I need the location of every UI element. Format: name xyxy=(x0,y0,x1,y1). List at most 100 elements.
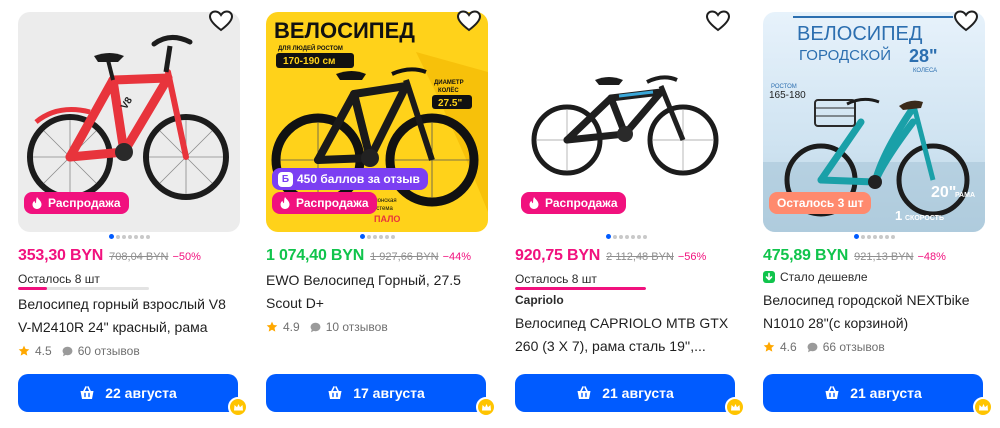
flame-icon xyxy=(32,197,42,209)
pager-dot[interactable] xyxy=(890,234,895,239)
pager-dot[interactable] xyxy=(642,234,647,239)
pager-dot[interactable] xyxy=(133,234,138,239)
product-title[interactable]: Велосипед CAPRIOLO MTB GTX 260 (3 X 7), … xyxy=(515,312,739,358)
image-pager[interactable] xyxy=(763,234,985,240)
delivery-date: 21 августа xyxy=(850,385,922,401)
star-icon xyxy=(763,341,775,352)
image-pager[interactable] xyxy=(515,234,737,240)
pager-dot-active[interactable] xyxy=(359,234,365,240)
image-speed-caption: СКОРОСТЬ xyxy=(905,215,944,222)
price: 475,89 BYN xyxy=(763,247,849,264)
points-badge: Б 450 баллов за отзыв xyxy=(272,168,428,190)
pager-dot[interactable] xyxy=(378,234,383,239)
discount: −48% xyxy=(917,251,946,263)
basket-icon xyxy=(577,386,591,399)
stock-text: Осталось 8 шт xyxy=(18,272,100,286)
premium-badge xyxy=(725,397,745,417)
pager-dot[interactable] xyxy=(860,234,865,239)
favorite-button[interactable] xyxy=(705,8,731,34)
product-card[interactable]: ВЕЛОСИПЕД ГОРОДСКОЙ 28" КОЛЕСА РОСТОМ 16… xyxy=(763,0,993,428)
crown-icon xyxy=(233,403,243,410)
product-title[interactable]: EWO Велосипед Горный, 27.5 Scout D+ xyxy=(266,269,490,315)
pager-dot[interactable] xyxy=(390,234,395,239)
pager-dot[interactable] xyxy=(884,234,889,239)
image-height-range: 165-180 xyxy=(769,90,806,101)
sale-badge-label: Распродажа xyxy=(296,196,369,210)
stock-bar-fill xyxy=(18,287,47,290)
price-row: 1 074,40 BYN 1 927,66 BYN −44% xyxy=(266,247,496,265)
discount: −56% xyxy=(677,251,707,263)
price: 920,75 BYN xyxy=(515,247,601,264)
stock-bar xyxy=(515,287,646,290)
delivery-date: 17 августа xyxy=(353,385,425,401)
stock-badge: Осталось 3 шт xyxy=(769,192,872,214)
price: 1 074,40 BYN xyxy=(266,247,365,264)
add-to-cart-button[interactable]: 21 августа xyxy=(763,374,983,412)
pager-dot[interactable] xyxy=(366,234,371,239)
image-pager[interactable] xyxy=(266,234,488,240)
stock-badge-label: Осталось 3 шт xyxy=(777,196,864,210)
image-frame-caption: РАМА xyxy=(955,192,975,199)
favorite-button[interactable] xyxy=(456,8,482,34)
pager-dot[interactable] xyxy=(630,234,635,239)
price-row: 353,30 BYN 708,04 BYN −50% xyxy=(18,247,248,265)
discount: −44% xyxy=(442,251,472,263)
delivery-date: 22 августа xyxy=(105,385,177,401)
pager-dot[interactable] xyxy=(121,234,126,239)
product-card[interactable]: ВЕЛОСИПЕД ДЛЯ ЛЮДЕЙ РОСТОМ 170-190 см ДИ… xyxy=(266,0,496,428)
pager-dot-active[interactable] xyxy=(853,234,859,240)
add-to-cart-button[interactable]: 22 августа xyxy=(18,374,238,412)
points-badge-label: 450 баллов за отзыв xyxy=(297,172,420,186)
favorite-button[interactable] xyxy=(208,8,234,34)
price-down-icon xyxy=(763,271,775,283)
pager-dot[interactable] xyxy=(878,234,883,239)
product-title[interactable]: Велосипед городской NEXTbike N1010 28"(с… xyxy=(763,289,987,335)
star-icon xyxy=(18,345,30,356)
pager-dot[interactable] xyxy=(872,234,877,239)
rating-score: 4.9 xyxy=(283,320,300,334)
pager-dot[interactable] xyxy=(115,234,120,239)
rating-row: 4.6 66 отзывов xyxy=(763,340,885,354)
favorite-button[interactable] xyxy=(953,8,979,34)
old-price: 1 927,66 BYN xyxy=(370,251,439,263)
pager-dot[interactable] xyxy=(372,234,377,239)
image-wheel-caption-1: ДИАМЕТР xyxy=(434,80,464,86)
image-line-1: ВЕЛОСИПЕД xyxy=(797,23,923,45)
pager-dot[interactable] xyxy=(139,234,144,239)
add-to-cart-button[interactable]: 21 августа xyxy=(515,374,735,412)
pager-dot[interactable] xyxy=(127,234,132,239)
review-count[interactable]: 60 отзывов xyxy=(78,344,140,358)
product-card[interactable]: V8 Распродажа 353,30 BYN 708,04 BYN −50%… xyxy=(18,0,248,428)
pager-dot[interactable] xyxy=(384,234,389,239)
image-wheel-caption-2: КОЛЁС xyxy=(438,87,459,94)
review-count[interactable]: 10 отзывов xyxy=(326,320,388,334)
pager-dot[interactable] xyxy=(145,234,150,239)
product-card[interactable]: Распродажа 920,75 BYN 2 112,48 BYN −56% … xyxy=(515,0,745,428)
brand-name[interactable]: Capriolo xyxy=(515,293,564,307)
image-headline: ВЕЛОСИПЕД xyxy=(274,18,415,43)
add-to-cart-button[interactable]: 17 августа xyxy=(266,374,486,412)
image-pager[interactable] xyxy=(18,234,240,240)
pager-dot[interactable] xyxy=(624,234,629,239)
pager-dot[interactable] xyxy=(866,234,871,239)
product-title[interactable]: Велосипед горный взрослый V8 V-M2410R 24… xyxy=(18,293,242,339)
image-speed-number: 1 xyxy=(895,208,902,223)
pager-dot[interactable] xyxy=(612,234,617,239)
price-row: 920,75 BYN 2 112,48 BYN −56% xyxy=(515,247,745,265)
pager-dot-active[interactable] xyxy=(605,234,611,240)
image-size-caption: КОЛЕСА xyxy=(913,68,937,74)
discount: −50% xyxy=(172,251,201,263)
review-bubble-icon xyxy=(62,346,73,356)
review-count[interactable]: 66 отзывов xyxy=(823,340,885,354)
stock-bar xyxy=(18,287,149,290)
pager-dot[interactable] xyxy=(636,234,641,239)
sale-badge-label: Распродажа xyxy=(48,196,121,210)
image-size: 28" xyxy=(909,46,938,66)
premium-badge xyxy=(228,397,248,417)
crown-icon xyxy=(978,403,988,410)
pager-dot-active[interactable] xyxy=(108,234,114,240)
pager-dot[interactable] xyxy=(618,234,623,239)
basket-icon xyxy=(80,386,94,399)
old-price: 2 112,48 BYN xyxy=(606,251,674,263)
product-grid: V8 Распродажа 353,30 BYN 708,04 BYN −50%… xyxy=(0,0,1000,428)
